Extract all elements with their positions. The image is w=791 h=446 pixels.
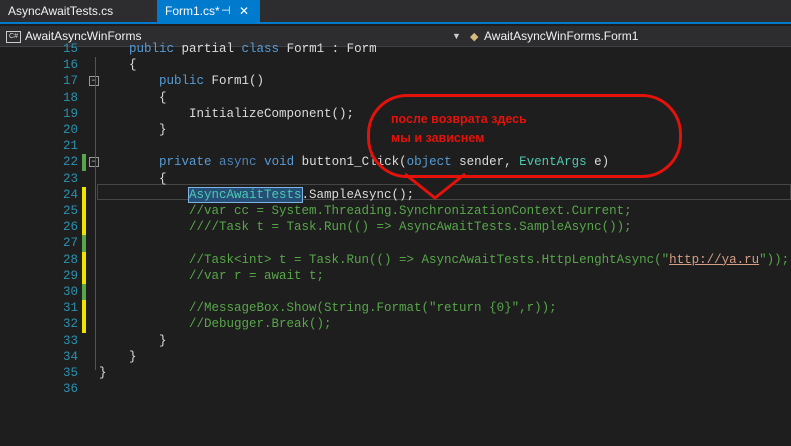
close-icon[interactable]: ✕ [239,0,249,22]
code-text: AsyncAwaitTests.SampleAsync(); [188,186,415,203]
code-text: { [99,58,137,73]
code-text: public partial class Form1 : Form [129,42,385,56]
saved-change-marker [82,154,86,171]
line-number: 25 [62,204,78,218]
line-number: 33 [62,333,78,348]
code-line[interactable]: 24 AsyncAwaitTests.SampleAsync(); [0,186,791,203]
code-line[interactable]: 15 public partial class Form1 : Form [0,41,791,57]
code-text: { [99,171,167,186]
code-line[interactable]: 26 ////Task t = Task.Run(() => AsyncAwai… [0,219,791,236]
line-number: 30 [62,285,78,299]
line-number: 28 [62,252,78,267]
callout-text: после возврата здесь мы и зависнем [391,110,651,148]
tab-asyncawaittests[interactable]: AsyncAwaitTests.cs [0,0,138,22]
code-text: //var cc = System.Threading.Synchronizat… [99,204,632,218]
line-number: 31 [62,301,78,316]
tab-label: Form1.cs* [165,4,220,18]
collapse-icon[interactable]: − [89,76,99,87]
code-text: public Form1() [159,74,265,89]
code-line[interactable]: 29 //var r = await t; [0,267,791,284]
unsaved-change-marker [82,251,86,268]
line-number: 19 [62,106,78,121]
code-line[interactable]: 31 //MessageBox.Show(String.Format("retu… [0,300,791,317]
code-text: ////Task t = Task.Run(() => AsyncAwaitTe… [99,220,632,235]
tab-label: AsyncAwaitTests.cs [8,4,114,18]
line-number: 26 [62,220,78,235]
outline-guide [95,57,96,370]
code-line[interactable]: 35} [0,365,791,381]
collapse-icon[interactable]: − [89,157,99,168]
code-text: InitializeComponent(); [99,106,355,121]
line-number: 17 [62,74,78,89]
code-line[interactable]: 32 //Debugger.Break(); [0,316,791,333]
code-line[interactable]: 27 [0,235,791,252]
line-number: 29 [62,268,78,283]
saved-change-marker [82,235,86,252]
line-number: 21 [62,139,78,154]
callout-line-1: после возврата здесь [391,112,527,126]
document-tab-bar: AsyncAwaitTests.cs Form1.cs* ⊣ ✕ [0,0,791,24]
saved-change-marker [82,284,86,301]
code-line[interactable]: 25 //var cc = System.Threading.Synchroni… [0,203,791,220]
code-line[interactable]: 16 { [0,57,791,73]
line-number: 36 [62,382,78,397]
line-number: 32 [62,317,78,332]
code-line[interactable]: 33 } [0,333,791,349]
line-number: 16 [62,58,78,73]
code-text: { [99,90,167,105]
code-line[interactable]: 30 [0,284,791,301]
unsaved-change-marker [82,316,86,333]
line-number: 24 [62,187,78,202]
code-text: //Debugger.Break(); [99,317,332,332]
unsaved-change-marker [82,203,86,220]
line-number: 18 [62,90,78,105]
code-text: //Task<int> t = Task.Run(() => AsyncAwai… [99,252,790,267]
callout-line-2: мы и зависнем [391,131,485,145]
code-text: //MessageBox.Show(String.Format("return … [99,301,557,316]
code-text: } [99,366,107,380]
line-number: 22 [62,155,78,170]
line-number: 35 [62,366,78,380]
line-number: 23 [62,171,78,186]
code-text: } [99,123,167,137]
line-number: 15 [62,42,78,56]
code-line[interactable]: 36 [0,381,791,397]
unsaved-change-marker [82,219,86,236]
code-line[interactable]: 34 } [0,349,791,365]
code-line[interactable]: 17− public Form1() [0,73,791,89]
code-text: } [99,333,167,348]
line-number: 27 [62,236,78,251]
unsaved-change-marker [82,186,86,203]
line-number: 20 [62,123,78,137]
pin-icon[interactable]: ⊣ [221,0,231,22]
tab-form1[interactable]: Form1.cs* ⊣ ✕ [157,0,260,22]
code-text: //var r = await t; [99,268,325,283]
code-text: } [99,349,137,364]
code-line[interactable]: 28 //Task<int> t = Task.Run(() => AsyncA… [0,251,791,268]
unsaved-change-marker [82,300,86,317]
unsaved-change-marker [82,267,86,284]
line-number: 34 [62,349,78,364]
